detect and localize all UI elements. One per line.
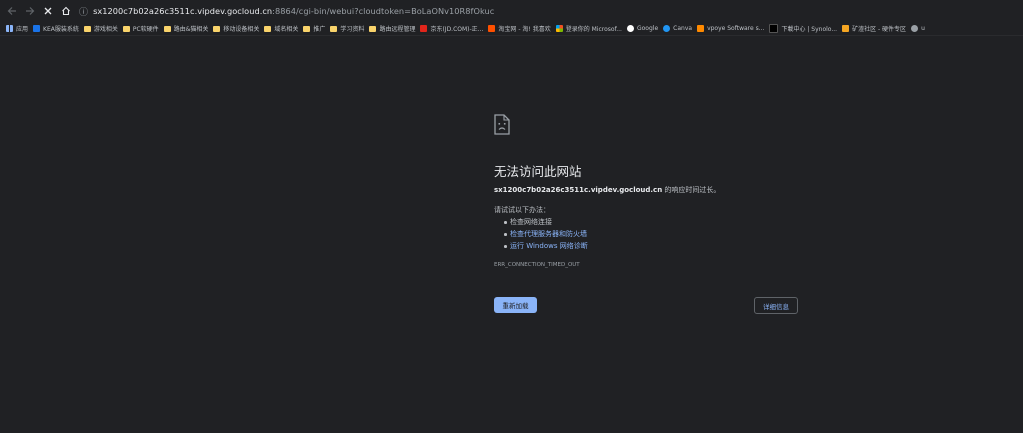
folder-icon xyxy=(122,25,130,32)
address-bar[interactable]: ⓘ sx1200c7b02a26c3511c.vipdev.gocloud.cn… xyxy=(79,3,1023,19)
folder-icon xyxy=(213,25,221,32)
kea-icon xyxy=(33,25,41,32)
suggestion-run-diagnostics-link[interactable]: 运行 Windows 网络诊断 xyxy=(504,240,588,252)
bookmark-label: 推广 xyxy=(313,26,326,33)
suggestion-check-proxy-link[interactable]: 检查代理服务器和防火墙 xyxy=(504,228,588,240)
folder-icon xyxy=(264,25,272,32)
error-host: sx1200c7b02a26c3511c.vipdev.gocloud.cn xyxy=(494,186,663,194)
bookmark-item[interactable]: 矿渣社区 - 硬件专区 xyxy=(842,24,906,33)
bookmark-item[interactable]: Google xyxy=(626,25,659,32)
globe-icon xyxy=(911,25,919,32)
bookmark-item[interactable]: 登录你的 Microsof... xyxy=(555,24,622,33)
bookmark-label: 下載中心 | Synolo... xyxy=(781,26,838,33)
bookmark-label: 应用 xyxy=(16,26,29,33)
error-description: sx1200c7b02a26c3511c.vipdev.gocloud.cn 的… xyxy=(494,185,720,195)
reload-button[interactable]: 重新加载 xyxy=(494,297,537,313)
arrow-left-icon xyxy=(7,7,16,15)
url-host: sx1200c7b02a26c3511c.vipdev.gocloud.cn xyxy=(93,6,273,16)
bookmark-label: vpoye Software s... xyxy=(707,25,765,32)
details-button[interactable]: 详细信息 xyxy=(754,297,798,314)
bookmark-item[interactable]: 推广 xyxy=(303,24,325,33)
bookmark-item[interactable]: 京东(JD.COM)-正... xyxy=(420,24,483,33)
back-button[interactable] xyxy=(5,4,19,18)
syn-icon xyxy=(769,24,779,33)
bookmarks-bar: 应用 KEA服装系統 游戏相关 PC软硬件 路由&猫相关 移动设备相关 域名相关 推广 学习资料… xyxy=(0,22,1023,36)
bookmark-label: KEA服装系統 xyxy=(43,26,79,33)
bookmark-item[interactable]: 应用 xyxy=(6,24,28,33)
arrow-right-icon xyxy=(26,7,35,15)
suggestion-check-network: 检查网络连接 xyxy=(504,216,588,228)
bookmark-label: PC软硬件 xyxy=(132,26,159,33)
bookmark-item[interactable]: 学习资料 xyxy=(330,24,364,33)
bookmark-label: 学习资料 xyxy=(340,26,365,33)
grid-icon xyxy=(6,25,13,32)
folder-icon xyxy=(330,25,338,32)
tb-icon xyxy=(488,25,496,32)
url-path: :8864/cgi-bin/webui?cloudtoken=BoLaONv10… xyxy=(272,6,495,16)
forward-button[interactable] xyxy=(23,4,37,18)
kuang-icon xyxy=(842,25,850,32)
bookmark-label: 路由远程管理 xyxy=(379,26,416,33)
error-title: 无法访问此网站 xyxy=(494,164,582,179)
folder-icon xyxy=(163,25,171,32)
bookmark-label: 游戏相关 xyxy=(93,26,118,33)
folder-icon xyxy=(83,25,91,32)
suggestion-list: 检查网络连接 检查代理服务器和防火墙 运行 Windows 网络诊断 xyxy=(504,216,588,252)
bookmark-item[interactable]: 下載中心 | Synolo... xyxy=(769,24,837,33)
bookmark-label: 矿渣社区 - 硬件专区 xyxy=(852,26,907,33)
bookmark-label: Google xyxy=(636,25,659,32)
try-label: 请试试以下办法： xyxy=(494,206,550,214)
home-icon xyxy=(62,6,70,16)
bookmark-label: 移动设备相关 xyxy=(223,26,260,33)
jd-icon xyxy=(420,25,428,32)
close-icon xyxy=(44,7,52,15)
error-host-suffix: 的响应时间过长。 xyxy=(662,186,721,194)
browser-toolbar: ⓘ sx1200c7b02a26c3511c.vipdev.gocloud.cn… xyxy=(0,0,1023,22)
bookmark-label: 域名相关 xyxy=(274,26,299,33)
bookmark-item[interactable]: 路由&猫相关 xyxy=(163,24,209,33)
bookmark-item[interactable]: 路由远程管理 xyxy=(369,24,415,33)
bookmark-label: 登录你的 Microsof... xyxy=(565,26,622,33)
bookmark-item[interactable]: PC软硬件 xyxy=(122,24,159,33)
ms-icon xyxy=(555,25,563,32)
folder-icon xyxy=(369,25,377,32)
bookmark-item[interactable]: u xyxy=(911,25,925,32)
bookmark-label: 京东(JD.COM)-正... xyxy=(430,26,484,33)
bookmark-item[interactable]: 移动设备相关 xyxy=(213,24,259,33)
bookmark-label: Canva xyxy=(673,25,693,32)
bookmark-label: 路由&猫相关 xyxy=(173,26,209,33)
bookmark-item[interactable]: 游戏相关 xyxy=(83,24,118,33)
site-info-icon[interactable]: ⓘ xyxy=(79,5,88,18)
folder-icon xyxy=(303,25,311,32)
bookmark-item[interactable]: KEA服装系統 xyxy=(33,24,79,33)
bookmark-item[interactable]: Canva xyxy=(663,25,692,32)
bookmark-item[interactable]: vpoye Software s... xyxy=(697,25,764,32)
goog-icon xyxy=(626,25,634,32)
vpoye-icon xyxy=(697,25,705,32)
bookmark-label: 淘宝网 - 淘! 我喜欢 xyxy=(498,26,551,33)
canva-icon xyxy=(663,25,671,32)
error-code: ERR_CONNECTION_TIMED_OUT xyxy=(494,262,580,268)
home-button[interactable] xyxy=(59,4,73,18)
bookmark-label: u xyxy=(921,25,925,32)
sad-page-icon xyxy=(494,114,510,135)
stop-button[interactable] xyxy=(41,4,55,18)
bookmark-item[interactable]: 淘宝网 - 淘! 我喜欢 xyxy=(488,24,551,33)
bookmark-item[interactable]: 域名相关 xyxy=(264,24,298,33)
